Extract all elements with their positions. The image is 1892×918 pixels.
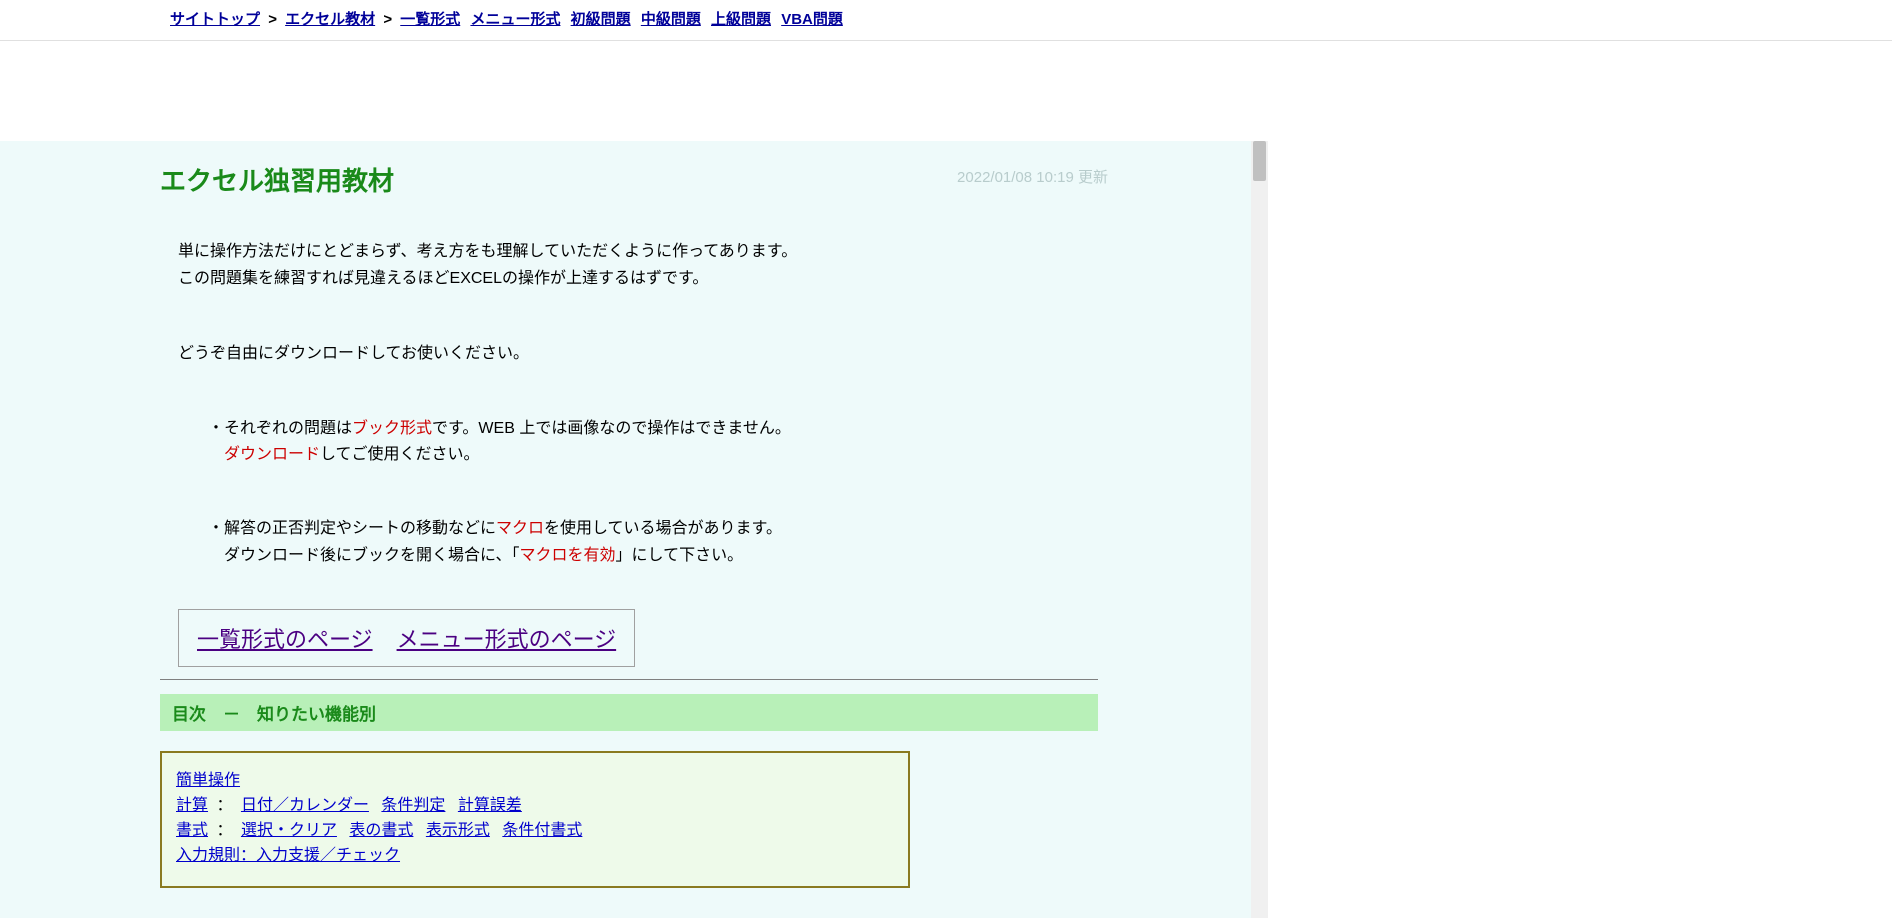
toc-box: 簡単操作 計算 ： 日付／カレンダー 条件判定 計算誤差 書式 ： 選択・クリア… — [160, 751, 910, 888]
toc-link-date-calendar[interactable]: 日付／カレンダー — [241, 797, 369, 814]
breadcrumb-separator: > — [383, 11, 392, 28]
breadcrumb-vba[interactable]: VBA問題 — [781, 11, 843, 28]
toc-link-input-rule[interactable]: 入力規則：入力支援／チェック — [176, 847, 400, 864]
toc-link-display-format[interactable]: 表示形式 — [426, 822, 490, 839]
bullet-2-red-2: マクロを有効 — [520, 547, 616, 564]
bullet-1-suffix-1: です。WEB 上では画像なので操作はできません。 — [432, 420, 791, 437]
breadcrumb-excel-materials[interactable]: エクセル教材 — [285, 11, 375, 28]
breadcrumb-separator: > — [268, 11, 277, 28]
content-wrapper: エクセル独習用教材 2022/01/08 10:19 更新 単に操作方法だけにと… — [0, 141, 1892, 918]
toc-link-format[interactable]: 書式 — [176, 822, 208, 839]
link-menu-page[interactable]: メニュー形式のページ — [397, 627, 617, 652]
breadcrumb-beginner[interactable]: 初級問題 — [571, 11, 631, 28]
toc-header: 目次 － 知りたい機能別 — [160, 694, 1098, 731]
bullet-item-1: ・それぞれの問題はブック形式です。WEB 上では画像なので操作はできません。 ダ… — [208, 416, 1098, 469]
scrollbar-thumb[interactable] — [1253, 141, 1266, 181]
bullet-2-line2a: ダウンロード後にブックを開く場合に、「 — [224, 547, 520, 564]
link-list-page[interactable]: 一覧形式のページ — [197, 627, 373, 652]
toc-link-table-format[interactable]: 表の書式 — [349, 822, 413, 839]
bullet-2-line2b: 」にして下さい。 — [616, 547, 744, 564]
inner-content: エクセル独習用教材 2022/01/08 10:19 更新 単に操作方法だけにと… — [0, 161, 1268, 888]
page-title: エクセル独習用教材 — [160, 161, 394, 198]
scroll-area: エクセル独習用教材 2022/01/08 10:19 更新 単に操作方法だけにと… — [0, 141, 1268, 918]
title-row: エクセル独習用教材 2022/01/08 10:19 更新 — [160, 161, 1098, 198]
bullet-item-2: ・解答の正否判定やシートの移動などにマクロを使用している場合があります。 ダウン… — [208, 516, 1098, 569]
intro-line-2: この問題集を練習すれば見違えるほどEXCELの操作が上達するはずです。 — [178, 265, 1098, 292]
breadcrumb-intermediate[interactable]: 中級問題 — [641, 11, 701, 28]
bullet-2-prefix: ・解答の正否判定やシートの移動などに — [208, 520, 496, 537]
breadcrumb: サイトトップ > エクセル教材 > 一覧形式 メニュー形式 初級問題 中級問題 … — [170, 8, 1892, 32]
toc-link-calc[interactable]: 計算 — [176, 797, 208, 814]
intro-line-3: どうぞ自由にダウンロードしてお使いください。 — [178, 340, 1098, 367]
intro-section: 単に操作方法だけにとどまらず、考え方をも理解していただくように作ってあります。 … — [160, 238, 1098, 569]
toc-link-calc-error[interactable]: 計算誤差 — [458, 797, 522, 814]
toc-link-condition[interactable]: 条件判定 — [381, 797, 445, 814]
bullet-2-red-1: マクロ — [496, 520, 544, 537]
top-breadcrumb-bar: サイトトップ > エクセル教材 > 一覧形式 メニュー形式 初級問題 中級問題 … — [0, 0, 1892, 41]
bullet-1-red-1: ブック形式 — [352, 420, 432, 437]
divider — [160, 679, 1098, 680]
scrollbar-track[interactable] — [1251, 141, 1268, 918]
intro-line-1: 単に操作方法だけにとどまらず、考え方をも理解していただくように作ってあります。 — [178, 238, 1098, 265]
toc-link-simple-op[interactable]: 簡単操作 — [176, 772, 240, 789]
update-timestamp: 2022/01/08 10:19 更新 — [957, 166, 1108, 187]
bullet-1-prefix: ・それぞれの問題は — [208, 420, 352, 437]
toc-link-select-clear[interactable]: 選択・クリア — [241, 822, 337, 839]
bullet-1-suffix-2: してご使用ください。 — [320, 446, 480, 463]
bullet-2-suffix-1: を使用している場合があります。 — [544, 520, 782, 537]
bullet-1-red-2: ダウンロード — [224, 446, 320, 463]
toc-link-conditional-format[interactable]: 条件付書式 — [502, 822, 582, 839]
bullet-list: ・それぞれの問題はブック形式です。WEB 上では画像なので操作はできません。 ダ… — [178, 416, 1098, 570]
breadcrumb-advanced[interactable]: 上級問題 — [711, 11, 771, 28]
toc-colon: ： — [216, 797, 232, 814]
page-links-box: 一覧形式のページメニュー形式のページ — [178, 609, 635, 667]
breadcrumb-menu-format[interactable]: メニュー形式 — [470, 11, 560, 28]
breadcrumb-list-format[interactable]: 一覧形式 — [400, 11, 460, 28]
toc-colon: ： — [216, 822, 232, 839]
breadcrumb-site-top[interactable]: サイトトップ — [170, 11, 260, 28]
